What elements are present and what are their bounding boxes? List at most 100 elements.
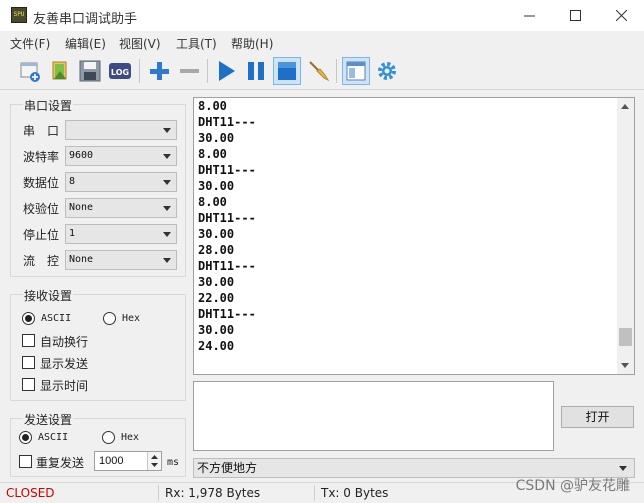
receive-scrollbar[interactable] [617, 98, 634, 374]
receive-ascii-label: ASCII [41, 313, 72, 324]
receive-settings-title: 接收设置 [23, 287, 74, 304]
pause-button[interactable] [242, 57, 270, 85]
port-select[interactable] [65, 120, 177, 140]
log-icon: LOG [109, 63, 131, 79]
receive-text: 8.00 DHT11--- 30.00 8.00 DHT11--- 30.00 8.00 DH… [194, 98, 634, 354]
serial-settings-group: 串口设置 串 口 波特率 9600 数据位 8 校验位 None 停止位 1 流… [10, 97, 186, 277]
chevron-down-icon [163, 206, 171, 211]
receive-line: 8.00 [198, 195, 227, 209]
repeat-interval-spinbox[interactable]: 1000 [94, 451, 162, 471]
receive-line: DHT11--- [198, 163, 256, 177]
show-time-checkbox[interactable] [22, 378, 35, 391]
minimize-button[interactable] [506, 0, 552, 31]
stopbits-label: 停止位 [23, 228, 60, 242]
receive-settings-group: 接收设置 ASCII Hex 自动换行 显示发送 显示时间 [10, 287, 186, 401]
add-button[interactable] [145, 57, 173, 85]
send-input[interactable] [193, 381, 554, 451]
clear-button[interactable] [304, 57, 332, 85]
window-title: 友善串口调试助手 [33, 12, 138, 27]
remove-button[interactable] [175, 57, 203, 85]
auto-wrap-label: 自动换行 [40, 335, 89, 349]
flow-control-select[interactable]: None [65, 250, 177, 270]
toolbar-separator [207, 59, 208, 83]
add-icon [150, 62, 169, 80]
maximize-button[interactable] [552, 0, 598, 31]
new-window-button[interactable] [16, 57, 44, 85]
menu-help[interactable]: 帮助(H) [231, 35, 273, 52]
maximize-icon [569, 10, 581, 21]
new-window-icon [20, 62, 40, 82]
send-ascii-radio[interactable] [19, 431, 32, 444]
databits-select[interactable]: 8 [65, 172, 177, 192]
flow-control-label: 流 控 [23, 254, 60, 268]
send-ascii-label: ASCII [38, 432, 69, 443]
scroll-up-icon[interactable] [621, 104, 629, 109]
open-button-toolbar[interactable] [46, 57, 74, 85]
interval-unit-label: ms [167, 457, 180, 468]
play-icon [219, 61, 235, 81]
databits-label: 数据位 [23, 176, 60, 190]
receive-line: 8.00 [198, 99, 227, 113]
menu-bar: 文件(F) 编辑(E) 视图(V) 工具(T) 帮助(H) [0, 31, 644, 53]
save-icon [79, 60, 101, 82]
send-hex-radio[interactable] [102, 431, 115, 444]
save-button[interactable] [76, 57, 104, 85]
close-button[interactable] [598, 0, 644, 31]
port-state: CLOSED [6, 486, 55, 500]
receive-hex-label: Hex [122, 313, 141, 324]
menu-tools[interactable]: 工具(T) [176, 35, 217, 52]
watermark-text: CSDN @驴友花雕 [515, 478, 630, 494]
receive-line: DHT11--- [198, 115, 256, 129]
scroll-down-icon[interactable] [621, 363, 629, 368]
parity-select[interactable]: None [65, 198, 177, 218]
stop-icon [278, 62, 296, 80]
menu-edit[interactable]: 编辑(E) [65, 35, 106, 52]
auto-wrap-checkbox[interactable] [22, 334, 35, 347]
receive-line: DHT11--- [198, 307, 256, 321]
receive-line: DHT11--- [198, 259, 256, 273]
receive-hex-radio[interactable] [103, 312, 116, 325]
chevron-down-icon [163, 258, 171, 263]
receive-line: 30.00 [198, 275, 235, 289]
repeat-send-checkbox[interactable] [19, 455, 32, 468]
open-port-button[interactable]: 打开 [561, 406, 634, 428]
panel-layout-button[interactable] [342, 57, 370, 85]
status-divider [314, 485, 315, 501]
scrollbar-thumb[interactable] [619, 327, 632, 346]
log-button[interactable]: LOG [106, 57, 134, 85]
spin-arrows-icon [151, 455, 158, 467]
stopbits-select[interactable]: 1 [65, 224, 177, 244]
receive-area[interactable]: 8.00 DHT11--- 30.00 8.00 DHT11--- 30.00 8.00 DH… [193, 97, 635, 375]
tx-count: Tx: 0 Bytes [321, 486, 389, 500]
title-bar: SPU 友善串口调试助手 [0, 0, 644, 31]
receive-line: 30.00 [198, 131, 235, 145]
receive-line: DHT11--- [198, 211, 256, 225]
toolbar-separator [139, 59, 140, 83]
pause-icon [248, 62, 264, 80]
baud-label: 波特率 [23, 150, 60, 164]
remove-icon [180, 69, 199, 73]
clear-broom-icon [309, 61, 330, 82]
menu-file[interactable]: 文件(F) [10, 35, 50, 52]
stop-button[interactable] [273, 57, 301, 85]
port-label: 串 口 [23, 124, 60, 138]
receive-line: 22.00 [198, 291, 235, 305]
chevron-down-icon [163, 232, 171, 237]
panel-layout-icon [346, 61, 366, 81]
show-time-label: 显示时间 [40, 379, 89, 393]
show-sent-checkbox[interactable] [22, 356, 35, 369]
spin-buttons[interactable] [147, 452, 161, 470]
chevron-down-icon [163, 128, 171, 133]
status-divider [158, 485, 159, 501]
baud-select[interactable]: 9600 [65, 146, 177, 166]
receive-line: 30.00 [198, 323, 235, 337]
menu-view[interactable]: 视图(V) [119, 35, 161, 52]
repeat-interval-value: 1000 [99, 455, 124, 467]
settings-button[interactable] [373, 57, 401, 85]
receive-ascii-radio[interactable] [22, 312, 35, 325]
play-button[interactable] [212, 57, 240, 85]
settings-gear-icon [378, 62, 396, 80]
chevron-down-icon [163, 154, 171, 159]
receive-line: 30.00 [198, 227, 235, 241]
open-icon [52, 61, 67, 80]
